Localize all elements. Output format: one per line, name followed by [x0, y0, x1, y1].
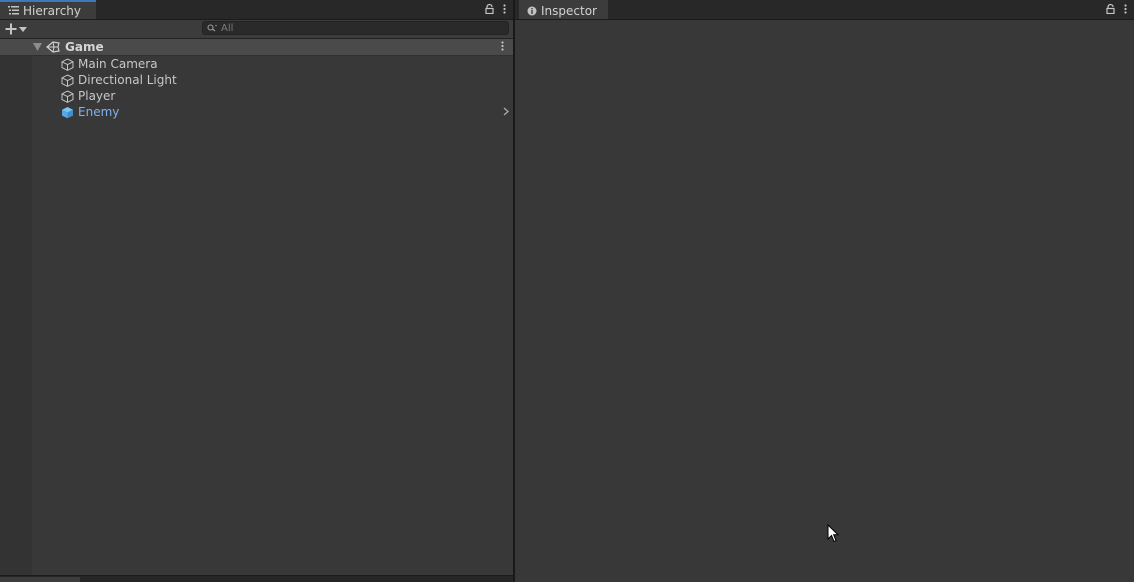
- info-icon: [527, 6, 537, 16]
- hierarchy-tab-tools: [484, 3, 509, 15]
- lock-icon[interactable]: [1105, 3, 1115, 15]
- hierarchy-item-enemy[interactable]: Enemy: [0, 104, 513, 120]
- kebab-menu-icon[interactable]: [499, 3, 509, 15]
- list-icon: [8, 6, 19, 15]
- caret-down-icon: [19, 26, 27, 32]
- hierarchy-item-label: Player: [78, 89, 116, 103]
- search-input[interactable]: [217, 22, 491, 34]
- cube-outline-icon: [61, 74, 74, 87]
- inspector-tab-tools: [1105, 3, 1130, 15]
- hierarchy-item-directional-light[interactable]: Directional Light: [0, 72, 513, 88]
- tab-inspector-label: Inspector: [541, 3, 597, 18]
- bottom-panel-tab[interactable]: [0, 577, 80, 582]
- tab-inspector[interactable]: Inspector: [519, 0, 608, 19]
- hierarchy-tree: Game Main Camera Directional Light Playe…: [0, 39, 513, 576]
- cube-outline-icon: [61, 90, 74, 103]
- create-dropdown-button[interactable]: [5, 22, 27, 36]
- hierarchy-item-label: Enemy: [78, 105, 120, 119]
- search-field[interactable]: [202, 21, 509, 35]
- hierarchy-item-label: Directional Light: [78, 73, 177, 87]
- scene-name: Game: [65, 40, 104, 54]
- cube-outline-icon: [61, 58, 74, 71]
- hierarchy-panel: Hierarchy All Game Main Camera Direction…: [0, 0, 513, 582]
- chevron-right-icon[interactable]: [503, 107, 509, 116]
- hierarchy-toolbar: [0, 20, 513, 39]
- foldout-arrow-icon[interactable]: [33, 43, 42, 51]
- inspector-tabbar: Inspector: [515, 0, 1134, 20]
- inspector-panel: Inspector: [515, 0, 1134, 582]
- scene-row[interactable]: Game: [0, 39, 513, 56]
- hierarchy-item-main-camera[interactable]: Main Camera: [0, 56, 513, 72]
- tab-hierarchy[interactable]: Hierarchy: [0, 0, 96, 19]
- bottom-panel-edge: [0, 575, 513, 582]
- tab-hierarchy-label: Hierarchy: [23, 3, 82, 18]
- inspector-content: [515, 20, 1134, 582]
- search-icon: [207, 24, 217, 32]
- hierarchy-item-label: Main Camera: [78, 57, 158, 71]
- unity-scene-icon: [46, 41, 60, 53]
- mouse-cursor-icon: [827, 524, 839, 543]
- kebab-menu-icon[interactable]: [1120, 3, 1130, 15]
- kebab-menu-icon[interactable]: [501, 41, 504, 51]
- hierarchy-item-player[interactable]: Player: [0, 88, 513, 104]
- hierarchy-tabbar: Hierarchy: [0, 0, 513, 20]
- plus-icon: [5, 23, 17, 35]
- lock-icon[interactable]: [484, 3, 494, 15]
- prefab-cube-icon: [61, 106, 74, 119]
